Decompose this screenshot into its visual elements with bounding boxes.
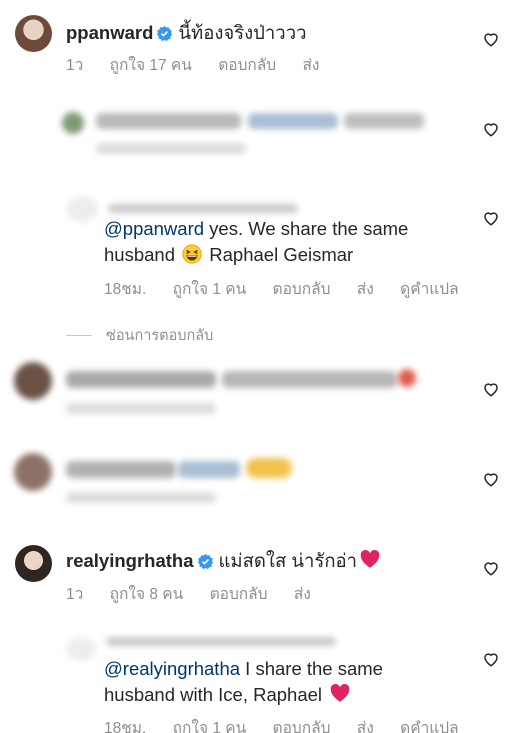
reply-text: yes. We share the same <box>204 218 409 239</box>
send-button[interactable]: ส่ง <box>294 586 311 603</box>
mention-link[interactable]: @realyingrhatha <box>104 658 240 679</box>
avatar[interactable] <box>62 112 84 134</box>
blurred-text <box>222 371 397 388</box>
like-heart-icon[interactable] <box>482 30 500 48</box>
reply-text: Raphael Geismar <box>204 244 354 265</box>
blurred-text <box>96 113 241 129</box>
avatar[interactable] <box>14 362 52 400</box>
username[interactable]: realyingrhatha <box>66 550 194 571</box>
username[interactable]: ppanward <box>66 22 153 43</box>
blurred-emoji <box>398 369 416 387</box>
avatar[interactable] <box>66 637 96 661</box>
comment-time: 18ชม. <box>104 281 147 298</box>
likes-count[interactable]: ถูกใจ 17 คน <box>110 57 192 74</box>
like-heart-icon[interactable] <box>482 120 500 138</box>
avatar-ppanward[interactable] <box>15 15 52 52</box>
reply-text: husband <box>104 244 175 265</box>
likes-count[interactable]: ถูกใจ 8 คน <box>110 586 184 603</box>
reply-text: husband with Ice, Raphael <box>104 684 323 705</box>
like-heart-icon[interactable] <box>482 470 500 488</box>
blurred-username <box>108 204 298 213</box>
hide-replies-label: ซ่อนการตอบกลับ <box>106 328 214 344</box>
reply-button[interactable]: ตอบกลับ <box>218 57 276 74</box>
reply-button[interactable]: ตอบกลับ <box>273 281 331 298</box>
hide-replies-button[interactable]: ซ่อนการตอบกลับ <box>66 324 213 347</box>
reply-button[interactable]: ตอบกลับ <box>210 586 268 603</box>
red-heart-emoji <box>329 682 351 711</box>
blurred-text <box>344 113 424 129</box>
likes-count[interactable]: ถูกใจ 1 คน <box>173 720 247 733</box>
comment-time: 18ชม. <box>104 720 147 733</box>
blurred-text <box>66 461 176 478</box>
avatar[interactable] <box>66 196 98 222</box>
comment-time: 1ว <box>66 57 84 74</box>
red-heart-emoji <box>359 548 381 576</box>
blurred-meta <box>66 403 216 414</box>
comment-time: 1ว <box>66 586 84 603</box>
send-button[interactable]: ส่ง <box>302 57 319 74</box>
blurred-emoji <box>246 458 292 478</box>
comment-text: แม่สดใส น่ารักอ่า <box>218 550 358 571</box>
blurred-text <box>66 371 216 388</box>
send-button[interactable]: ส่ง <box>357 720 374 733</box>
verified-badge-icon <box>157 23 173 41</box>
blurred-text <box>178 461 240 478</box>
like-heart-icon[interactable] <box>482 209 500 227</box>
send-button[interactable]: ส่ง <box>357 281 374 298</box>
like-heart-icon[interactable] <box>482 650 500 668</box>
divider <box>66 335 92 336</box>
translate-button[interactable]: ดูคำแปล <box>400 720 458 733</box>
likes-count[interactable]: ถูกใจ 1 คน <box>173 281 247 298</box>
blurred-username <box>106 637 336 646</box>
reply-button[interactable]: ตอบกลับ <box>273 720 331 733</box>
grinning-squinting-face-emoji <box>182 244 202 271</box>
verified-badge-icon <box>197 551 213 569</box>
avatar[interactable] <box>14 453 52 491</box>
blurred-meta <box>96 143 246 154</box>
like-heart-icon[interactable] <box>482 380 500 398</box>
comment-text: นี้ท้องจริงป่าววว <box>178 22 307 43</box>
avatar-realyingrhatha[interactable] <box>15 545 52 582</box>
reply-text: I share the same <box>240 658 383 679</box>
translate-button[interactable]: ดูคำแปล <box>400 281 458 298</box>
like-heart-icon[interactable] <box>482 559 500 577</box>
blurred-text <box>248 113 338 129</box>
blurred-meta <box>66 492 216 503</box>
mention-link[interactable]: @ppanward <box>104 218 204 239</box>
